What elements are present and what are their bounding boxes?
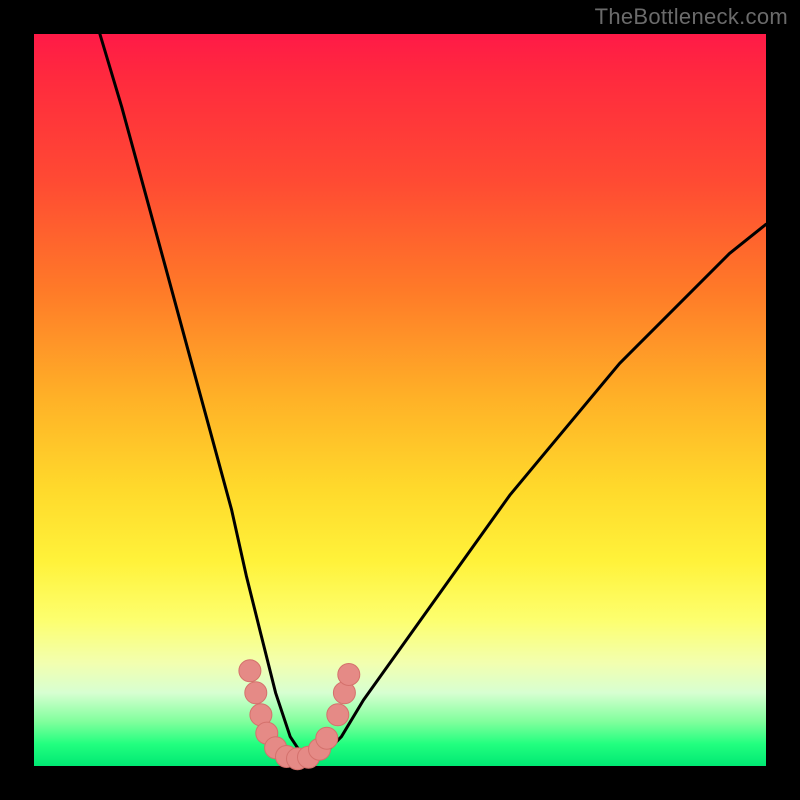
watermark-text: TheBottleneck.com bbox=[595, 4, 788, 30]
plot-area bbox=[34, 34, 766, 766]
chart-frame: TheBottleneck.com bbox=[0, 0, 800, 800]
